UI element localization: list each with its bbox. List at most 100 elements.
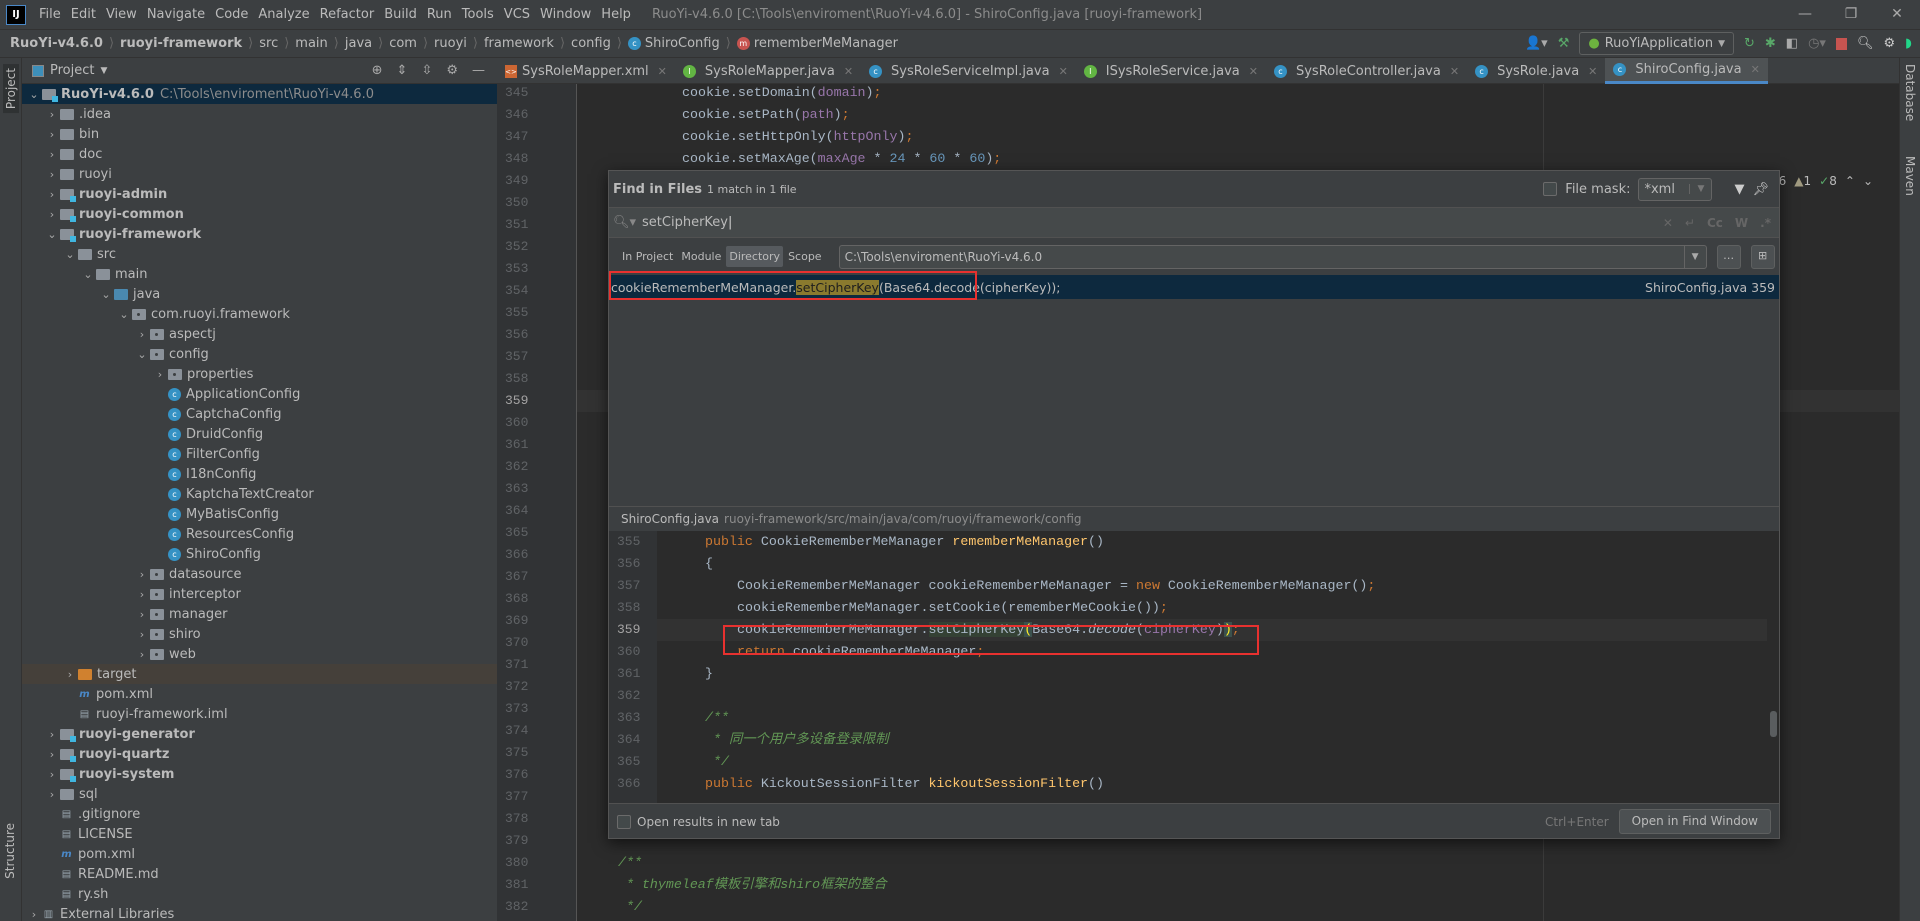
chevron-right-icon[interactable]: › xyxy=(44,148,60,161)
gear-icon[interactable]: ⚙ xyxy=(446,63,458,78)
menu-navigate[interactable]: Navigate xyxy=(142,7,210,22)
tab-sysrolemapper-xml[interactable]: <> SysRoleMapper.xml ✕ xyxy=(497,58,675,84)
menu-file[interactable]: File xyxy=(34,7,66,22)
typo-count[interactable]: ✓8 xyxy=(1819,174,1837,188)
tree-item[interactable]: › ruoyi-quartz xyxy=(22,744,497,764)
browse-button[interactable]: … xyxy=(1716,244,1741,269)
tree-item[interactable]: › aspectj xyxy=(22,324,497,344)
maximize-button[interactable]: ❐ xyxy=(1828,0,1874,29)
code-with-me-icon[interactable]: ◗ xyxy=(1905,36,1912,51)
chevron-right-icon[interactable]: › xyxy=(134,608,150,621)
profile-icon[interactable]: ◷▾ xyxy=(1808,36,1826,51)
prev-highlight-icon[interactable]: ⌃ xyxy=(1845,174,1855,188)
tree-item[interactable]: › interceptor xyxy=(22,584,497,604)
maven-tool-button[interactable]: Maven xyxy=(1903,156,1917,196)
run-configuration-select[interactable]: ● RuoYiApplication ▼ xyxy=(1579,32,1734,55)
search-result-row[interactable]: cookieRememberMeManager. setCipherKey (Bas… xyxy=(609,271,1779,300)
hide-icon[interactable]: — xyxy=(472,63,485,78)
tree-item[interactable]: › shiro xyxy=(22,624,497,644)
scope-module[interactable]: Module xyxy=(678,246,724,267)
tree-item[interactable]: c FilterConfig xyxy=(22,444,497,464)
tree-item[interactable]: c KaptchaTextCreator xyxy=(22,484,497,504)
close-window-button[interactable]: ✕ xyxy=(1874,0,1920,29)
close-tab-icon[interactable]: ✕ xyxy=(1059,65,1068,78)
chevron-down-icon[interactable]: ▼ xyxy=(1689,184,1711,194)
close-tab-icon[interactable]: ✕ xyxy=(658,65,667,78)
close-tab-icon[interactable]: ✕ xyxy=(1588,65,1597,78)
tab-sysrole-java[interactable]: c SysRole.java ✕ xyxy=(1467,58,1605,84)
tree-item[interactable]: › doc xyxy=(22,144,497,164)
breadcrumb-item[interactable]: main xyxy=(295,36,327,51)
chevron-right-icon[interactable]: › xyxy=(26,908,42,921)
chevron-down-icon[interactable]: ⌄ xyxy=(26,88,42,101)
tree-item[interactable]: ▤ ry.sh xyxy=(22,884,497,904)
tree-item[interactable]: › ruoyi-admin xyxy=(22,184,497,204)
tree-item[interactable]: › properties xyxy=(22,364,497,384)
chevron-right-icon[interactable]: › xyxy=(44,788,60,801)
tab-sysrolemapper-java[interactable]: I SysRoleMapper.java ✕ xyxy=(675,58,861,84)
tree-item[interactable]: c DruidConfig xyxy=(22,424,497,444)
chevron-down-icon[interactable]: ▼ xyxy=(100,66,107,76)
chevron-down-icon[interactable]: ⌄ xyxy=(62,248,78,261)
chevron-right-icon[interactable]: › xyxy=(134,328,150,341)
close-tab-icon[interactable]: ✕ xyxy=(844,65,853,78)
coverage-icon[interactable]: ◧ xyxy=(1786,36,1798,51)
tree-item[interactable]: ▤ LICENSE xyxy=(22,824,497,844)
tree-item[interactable]: m pom.xml xyxy=(22,684,497,704)
tree-item[interactable]: c CaptchaConfig xyxy=(22,404,497,424)
menu-refactor[interactable]: Refactor xyxy=(315,7,380,22)
breadcrumb-item[interactable]: framework xyxy=(484,36,554,51)
weak-warning-count[interactable]: ▲1 xyxy=(1794,174,1811,188)
preview-scrollbar[interactable] xyxy=(1770,711,1777,737)
search-icon[interactable]: 🔍︎ xyxy=(1857,36,1874,51)
menu-help[interactable]: Help xyxy=(596,7,636,22)
recursive-toggle-icon[interactable]: ⊞ xyxy=(1750,244,1775,269)
chevron-right-icon[interactable]: › xyxy=(134,628,150,641)
regex-toggle[interactable]: .* xyxy=(1760,216,1771,230)
tab-sysrolecontroller-java[interactable]: c SysRoleController.java ✕ xyxy=(1266,58,1467,84)
menu-edit[interactable]: Edit xyxy=(66,7,101,22)
breadcrumb-item[interactable]: com xyxy=(389,36,417,51)
breadcrumb-item[interactable]: c ShiroConfig xyxy=(627,36,720,51)
chevron-right-icon[interactable]: › xyxy=(44,108,60,121)
database-tool-button[interactable]: Database xyxy=(1903,64,1917,121)
project-tool-button[interactable]: Project xyxy=(3,64,19,114)
locate-icon[interactable]: ⊕ xyxy=(372,63,383,78)
menu-view[interactable]: View xyxy=(101,7,142,22)
build-hammer-icon[interactable]: ⚒ xyxy=(1558,36,1570,51)
tree-item[interactable]: › ruoyi-common xyxy=(22,204,497,224)
new-line-icon[interactable]: ↵ xyxy=(1685,216,1695,230)
tree-item[interactable]: ⌄ RuoYi-v4.6.0 C:\Tools\enviroment\RuoYi-v… xyxy=(22,84,497,104)
menu-build[interactable]: Build xyxy=(379,7,422,22)
tree-item[interactable]: ⌄ com.ruoyi.framework xyxy=(22,304,497,324)
filter-icon[interactable]: ▼ xyxy=(1734,182,1744,197)
breadcrumb-item[interactable]: ruoyi xyxy=(434,36,467,51)
tree-item[interactable]: ⌄ java xyxy=(22,284,497,304)
search-query[interactable]: setCipherKey xyxy=(642,215,728,230)
user-icon[interactable]: 👤▾ xyxy=(1525,36,1548,51)
tree-item[interactable]: ⌄ config xyxy=(22,344,497,364)
whole-words-toggle[interactable]: W xyxy=(1735,216,1748,230)
expand-all-icon[interactable]: ⇕ xyxy=(397,63,408,78)
open-in-find-window-button[interactable]: Open in Find Window xyxy=(1618,809,1771,834)
tree-item[interactable]: ⌄ main xyxy=(22,264,497,284)
chevron-right-icon[interactable]: › xyxy=(44,748,60,761)
close-tab-icon[interactable]: ✕ xyxy=(1751,63,1760,76)
tree-item[interactable]: c ResourcesConfig xyxy=(22,524,497,544)
minimize-button[interactable]: — xyxy=(1782,0,1828,29)
scope-in-project[interactable]: In Project xyxy=(619,246,676,267)
tree-item[interactable]: ⌄ src xyxy=(22,244,497,264)
tree-item[interactable]: › ruoyi-system xyxy=(22,764,497,784)
gear-icon[interactable]: ⚙ xyxy=(1883,36,1895,51)
chevron-down-icon[interactable]: ⌄ xyxy=(134,348,150,361)
tree-item[interactable]: m pom.xml xyxy=(22,844,497,864)
chevron-right-icon[interactable]: › xyxy=(44,208,60,221)
tree-item[interactable]: › ruoyi-generator xyxy=(22,724,497,744)
tree-item[interactable]: › web xyxy=(22,644,497,664)
breadcrumb-item[interactable]: RuoYi-v4.6.0 xyxy=(10,36,103,51)
chevron-right-icon[interactable]: › xyxy=(134,568,150,581)
breadcrumb-item[interactable]: m rememberMeManager xyxy=(736,36,898,51)
menu-run[interactable]: Run xyxy=(422,7,457,22)
chevron-right-icon[interactable]: › xyxy=(134,648,150,661)
chevron-right-icon[interactable]: › xyxy=(44,128,60,141)
